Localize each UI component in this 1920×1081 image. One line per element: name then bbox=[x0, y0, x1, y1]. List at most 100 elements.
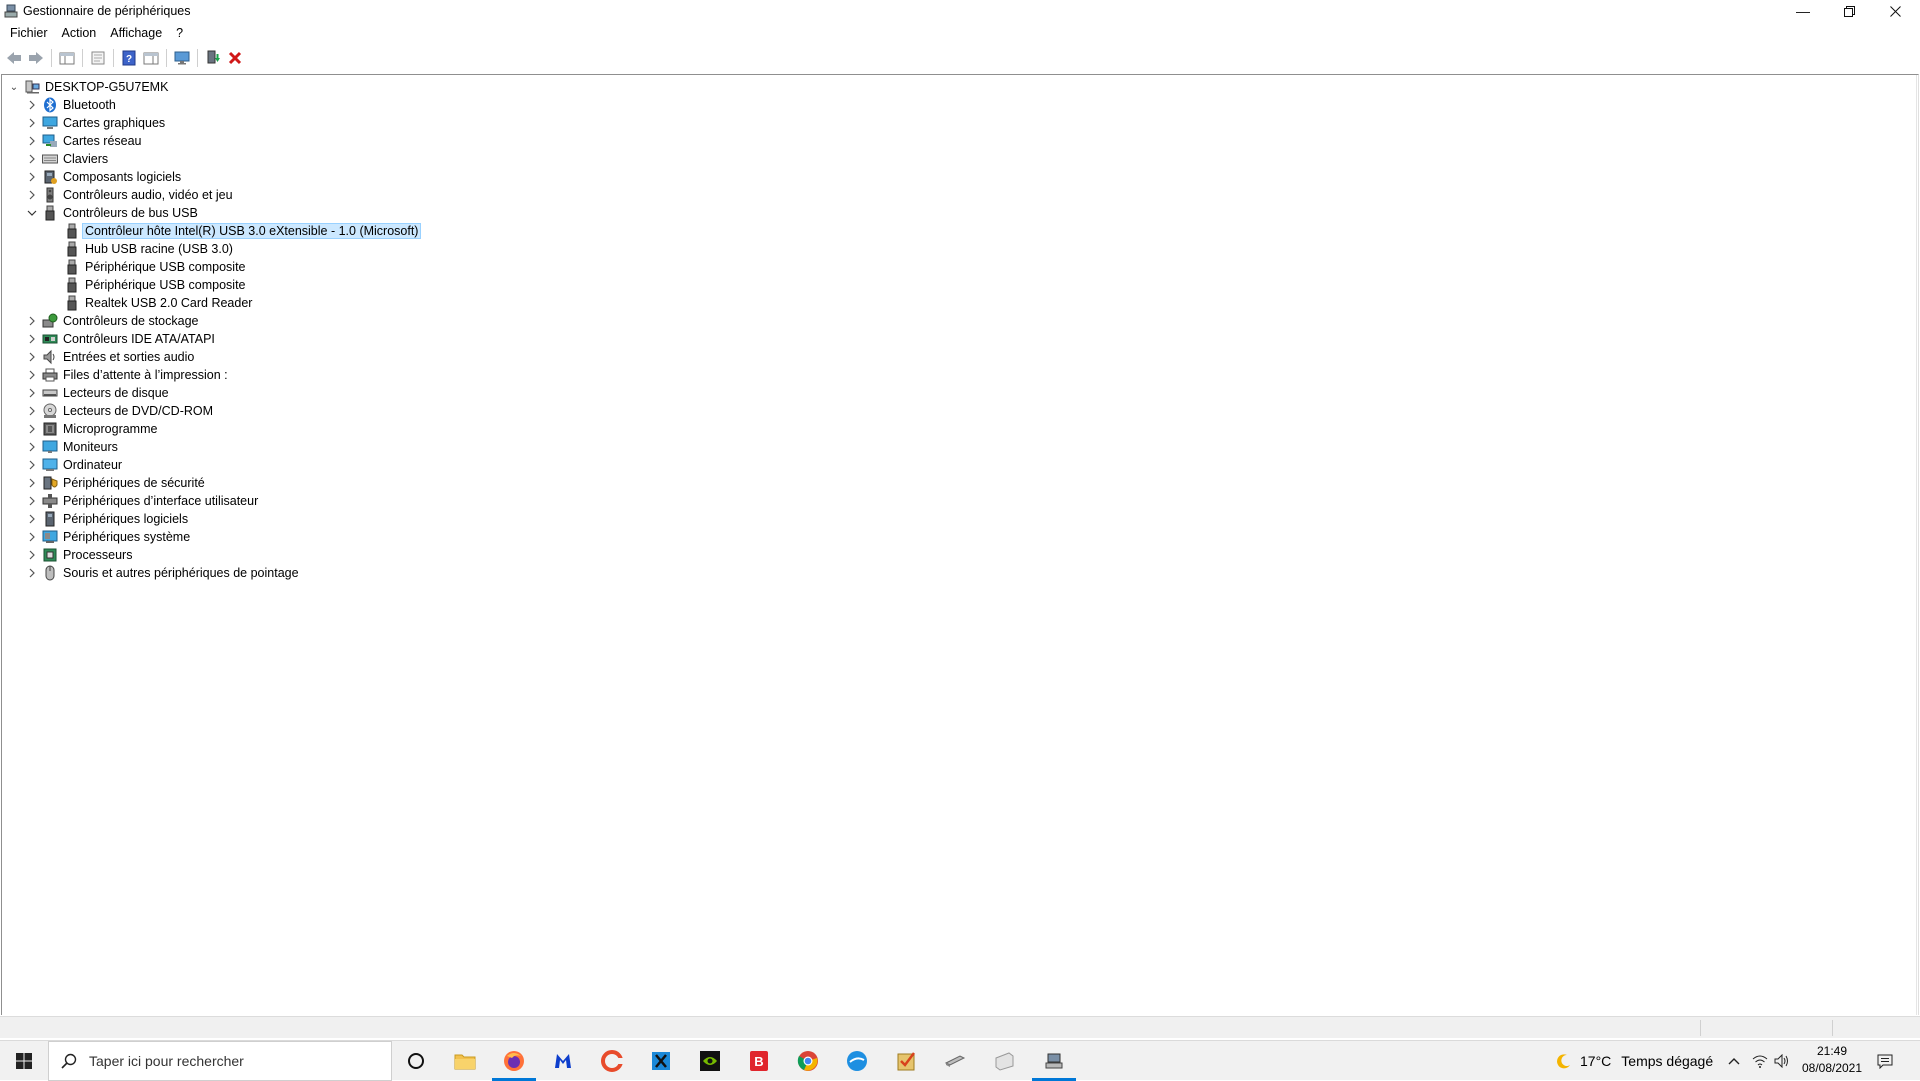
chevron-right-icon[interactable] bbox=[26, 330, 38, 348]
chevron-right-icon[interactable] bbox=[26, 492, 38, 510]
tree-device-item[interactable]: Realtek USB 2.0 Card Reader bbox=[64, 294, 255, 312]
cortana-button[interactable] bbox=[392, 1041, 440, 1081]
chevron-right-icon[interactable] bbox=[26, 384, 38, 402]
action-pane-icon bbox=[143, 52, 159, 65]
chevron-right-icon[interactable] bbox=[26, 312, 38, 330]
properties-icon bbox=[91, 51, 105, 65]
tree-category[interactable]: Lecteurs de DVD/CD-ROM bbox=[26, 402, 216, 420]
menu-help[interactable]: ? bbox=[169, 26, 190, 40]
tree-category-label: Contrôleurs de bus USB bbox=[63, 206, 198, 220]
taskbar-chrome[interactable] bbox=[784, 1041, 832, 1081]
tree-device-item[interactable]: Contrôleur hôte Intel(R) USB 3.0 eXtensi… bbox=[64, 222, 422, 240]
taskbar-app-x[interactable] bbox=[637, 1041, 685, 1081]
tree-category[interactable]: Contrôleurs de bus USB bbox=[26, 204, 201, 222]
taskbar-firefox[interactable] bbox=[490, 1041, 538, 1081]
tree-category[interactable]: Contrôleurs de stockage bbox=[26, 312, 202, 330]
chevron-down-icon[interactable]: ⌄ bbox=[8, 78, 20, 96]
svg-text:?: ? bbox=[126, 54, 132, 65]
taskbar-ccleaner[interactable] bbox=[588, 1041, 636, 1081]
weather-widget[interactable]: 17°C Temps dégagé bbox=[1556, 1041, 1713, 1081]
taskbar-app-blue[interactable] bbox=[833, 1041, 881, 1081]
ccleaner-icon bbox=[601, 1050, 623, 1072]
back-button[interactable] bbox=[3, 48, 25, 68]
uninstall-device-button[interactable] bbox=[224, 48, 246, 68]
chevron-right-icon[interactable] bbox=[26, 114, 38, 132]
action-center-button[interactable] bbox=[1877, 1041, 1893, 1081]
display-adapter-icon bbox=[42, 115, 58, 131]
chevron-right-icon[interactable] bbox=[26, 564, 38, 582]
menu-fichier[interactable]: Fichier bbox=[3, 26, 55, 40]
chevron-right-icon[interactable] bbox=[26, 474, 38, 492]
forward-button[interactable] bbox=[25, 48, 47, 68]
tree-category[interactable]: Microprogramme bbox=[26, 420, 160, 438]
menu-affichage[interactable]: Affichage bbox=[103, 26, 169, 40]
chevron-right-icon[interactable] bbox=[26, 420, 38, 438]
chevron-right-icon[interactable] bbox=[26, 510, 38, 528]
taskbar-search[interactable] bbox=[48, 1041, 392, 1081]
chevron-right-icon[interactable] bbox=[26, 456, 38, 474]
tree-category[interactable]: Périphériques de sécurité bbox=[26, 474, 208, 492]
taskbar-malwarebytes[interactable] bbox=[539, 1041, 587, 1081]
tree-category[interactable]: Périphériques système bbox=[26, 528, 193, 546]
chevron-right-icon[interactable] bbox=[26, 528, 38, 546]
taskbar-device-manager[interactable] bbox=[1030, 1041, 1078, 1081]
restore-button[interactable] bbox=[1826, 0, 1872, 22]
checklist-icon bbox=[897, 1052, 915, 1071]
menu-action[interactable]: Action bbox=[55, 26, 104, 40]
taskbar-app-b[interactable]: B bbox=[735, 1041, 783, 1081]
chevron-right-icon[interactable] bbox=[26, 132, 38, 150]
tree-device-item[interactable]: Hub USB racine (USB 3.0) bbox=[64, 240, 236, 258]
chevron-right-icon[interactable] bbox=[26, 96, 38, 114]
taskbar-app-scanner[interactable] bbox=[931, 1041, 979, 1081]
chevron-right-icon[interactable] bbox=[26, 168, 38, 186]
tree-category[interactable]: Lecteurs de disque bbox=[26, 384, 172, 402]
taskbar-file-explorer[interactable] bbox=[441, 1041, 489, 1081]
chevron-right-icon[interactable] bbox=[26, 186, 38, 204]
taskbar-app-drive[interactable] bbox=[980, 1041, 1028, 1081]
close-button[interactable] bbox=[1872, 0, 1918, 22]
tree-category[interactable]: Moniteurs bbox=[26, 438, 121, 456]
chevron-right-icon[interactable] bbox=[26, 438, 38, 456]
tree-category-label: Périphériques d’interface utilisateur bbox=[63, 494, 259, 508]
tree-category[interactable]: Bluetooth bbox=[26, 96, 119, 114]
taskbar-clock[interactable]: 21:49 08/08/2021 bbox=[1796, 1043, 1868, 1077]
start-button[interactable] bbox=[0, 1041, 48, 1081]
tree-category[interactable]: Entrées et sorties audio bbox=[26, 348, 197, 366]
taskbar-app-checklist[interactable] bbox=[882, 1041, 930, 1081]
tree-device-item[interactable]: Périphérique USB composite bbox=[64, 258, 249, 276]
properties-button[interactable] bbox=[87, 48, 109, 68]
minimize-button[interactable]: — bbox=[1780, 0, 1826, 22]
tree-category[interactable]: Composants logiciels bbox=[26, 168, 184, 186]
tree-root[interactable]: ⌄ DESKTOP-G5U7EMK bbox=[8, 78, 171, 96]
chevron-down-icon[interactable] bbox=[26, 204, 38, 222]
tree-category[interactable]: Contrôleurs audio, vidéo et jeu bbox=[26, 186, 236, 204]
show-hide-console-tree-button[interactable] bbox=[56, 48, 78, 68]
tree-category[interactable]: Files d’attente à l’impression : bbox=[26, 366, 231, 384]
show-hide-action-pane-button[interactable] bbox=[140, 48, 162, 68]
network-tray-button[interactable] bbox=[1752, 1041, 1768, 1081]
show-hidden-icons-button[interactable] bbox=[1728, 1041, 1740, 1081]
chevron-right-icon[interactable] bbox=[26, 402, 38, 420]
tree-category[interactable]: Cartes graphiques bbox=[26, 114, 168, 132]
nvidia-icon bbox=[700, 1051, 720, 1071]
tree-category[interactable]: Périphériques logiciels bbox=[26, 510, 191, 528]
tree-category[interactable]: Claviers bbox=[26, 150, 111, 168]
update-driver-button[interactable] bbox=[202, 48, 224, 68]
tree-category[interactable]: Ordinateur bbox=[26, 456, 125, 474]
volume-tray-button[interactable] bbox=[1774, 1041, 1790, 1081]
tree-category[interactable]: Cartes réseau bbox=[26, 132, 145, 150]
scan-hardware-button[interactable] bbox=[171, 48, 193, 68]
chevron-right-icon[interactable] bbox=[26, 150, 38, 168]
tree-category[interactable]: Périphériques d’interface utilisateur bbox=[26, 492, 261, 510]
tree-category[interactable]: Contrôleurs IDE ATA/ATAPI bbox=[26, 330, 218, 348]
search-input[interactable] bbox=[89, 1053, 379, 1069]
tree-category[interactable]: Souris et autres périphériques de pointa… bbox=[26, 564, 302, 582]
chevron-right-icon[interactable] bbox=[26, 546, 38, 564]
tree-device-item[interactable]: Périphérique USB composite bbox=[64, 276, 249, 294]
chevron-right-icon[interactable] bbox=[26, 348, 38, 366]
usb-device-icon bbox=[64, 295, 80, 311]
taskbar-nvidia[interactable] bbox=[686, 1041, 734, 1081]
chevron-right-icon[interactable] bbox=[26, 366, 38, 384]
help-button[interactable]: ? bbox=[118, 48, 140, 68]
tree-category[interactable]: Processeurs bbox=[26, 546, 135, 564]
